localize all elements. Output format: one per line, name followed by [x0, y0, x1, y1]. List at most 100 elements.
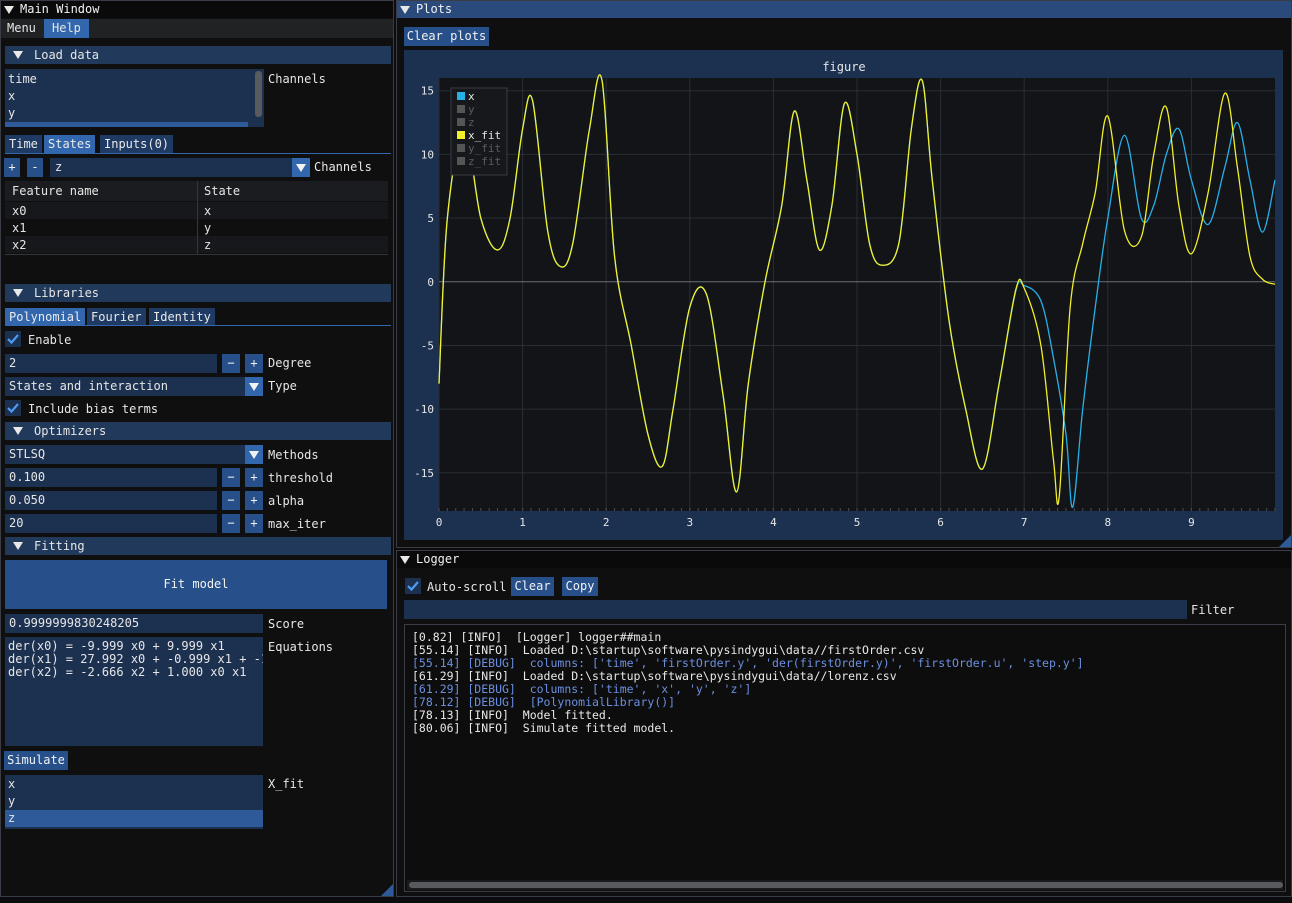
- list-item-label: z: [5, 123, 15, 127]
- legend-label[interactable]: x: [468, 90, 475, 103]
- list-item-label: z: [8, 811, 16, 825]
- tab-inputs[interactable]: Inputs(0): [100, 135, 174, 153]
- plots-window-titlebar[interactable]: Plots: [397, 1, 1291, 18]
- autoscroll-label: Auto-scroll: [427, 580, 507, 594]
- scrollbar-thumb[interactable]: [409, 882, 1283, 888]
- simulate-button[interactable]: Simulate: [4, 751, 68, 770]
- xfit-listbox[interactable]: x y z: [5, 775, 263, 829]
- list-item[interactable]: x: [8, 776, 15, 793]
- alpha-decrement-button[interactable]: −: [222, 491, 240, 510]
- legend[interactable]: xyzx_fity_fitz_fit: [450, 87, 508, 176]
- max-iter-decrement-button[interactable]: −: [222, 514, 240, 533]
- degree-label: Degree: [268, 356, 312, 370]
- threshold-decrement-button[interactable]: −: [222, 468, 240, 487]
- type-select[interactable]: States and interaction: [5, 377, 263, 396]
- fitting-header[interactable]: Fitting: [5, 537, 391, 555]
- horizontal-scrollbar[interactable]: [407, 880, 1283, 890]
- degree-decrement-button[interactable]: −: [222, 354, 240, 373]
- threshold-input[interactable]: 0.100: [5, 468, 217, 487]
- enable-checkbox[interactable]: [5, 331, 21, 347]
- table-cell: x0: [12, 204, 27, 218]
- resize-grip-icon[interactable]: [381, 884, 393, 896]
- legend-label[interactable]: y_fit: [468, 142, 501, 155]
- methods-label: Methods: [268, 448, 319, 462]
- menu-item-menu[interactable]: Menu: [7, 21, 36, 35]
- main-window-titlebar[interactable]: Main Window: [1, 1, 393, 18]
- optimizers-header-label: Optimizers: [34, 424, 107, 438]
- xfit-label: X_fit: [268, 777, 305, 791]
- remove-channel-button[interactable]: -: [27, 158, 43, 177]
- chevron-down-icon[interactable]: [292, 158, 310, 177]
- add-channel-button[interactable]: +: [4, 158, 20, 177]
- plots-window-title: Plots: [416, 2, 453, 16]
- collapse-triangle-icon[interactable]: [400, 555, 410, 564]
- tab-polynomial[interactable]: Polynomial: [5, 308, 86, 326]
- degree-value: 2: [9, 356, 17, 370]
- log-copy-button[interactable]: Copy: [562, 577, 598, 596]
- scrollbar-thumb[interactable]: [255, 71, 262, 117]
- list-item-selected[interactable]: z: [5, 810, 263, 827]
- list-item[interactable]: y: [8, 793, 15, 810]
- score-label: Score: [268, 617, 305, 631]
- channel-select[interactable]: z: [50, 158, 310, 177]
- checkmark-icon: [407, 581, 419, 592]
- tab-underline: [5, 325, 391, 326]
- collapse-triangle-icon[interactable]: [400, 5, 410, 14]
- max-iter-value: 20: [9, 516, 24, 530]
- legend-label[interactable]: z_fit: [468, 155, 501, 168]
- clear-plots-button[interactable]: Clear plots: [404, 27, 489, 46]
- score-field[interactable]: 0.9999999830248205: [5, 614, 263, 633]
- list-item[interactable]: time: [8, 71, 37, 88]
- list-item[interactable]: x: [8, 88, 15, 105]
- logger-window-titlebar[interactable]: Logger: [397, 551, 1291, 568]
- libraries-header[interactable]: Libraries: [5, 284, 391, 302]
- equation-line: der(x2) = -2.666 x2 + 1.000 x0 x1: [8, 665, 247, 679]
- log-clear-button[interactable]: Clear: [511, 577, 554, 596]
- alpha-input[interactable]: 0.050: [5, 491, 217, 510]
- resize-grip-icon[interactable]: [1279, 535, 1291, 547]
- equations-label: Equations: [268, 640, 334, 654]
- load-data-header[interactable]: Load data: [5, 46, 391, 64]
- legend-label[interactable]: z: [468, 116, 475, 129]
- table-cell: x2: [12, 238, 27, 252]
- channels-label-2: Channels: [314, 160, 372, 174]
- menubar: Menu Help: [1, 19, 393, 38]
- channel-listbox[interactable]: time x y z: [5, 69, 264, 127]
- optimizers-header[interactable]: Optimizers: [5, 422, 391, 440]
- x-tick-label: 4: [770, 516, 777, 529]
- method-select[interactable]: STLSQ: [5, 445, 263, 464]
- table-cell: z: [204, 238, 212, 252]
- tab-fourier[interactable]: Fourier: [87, 308, 146, 326]
- collapse-triangle-icon[interactable]: [4, 5, 14, 14]
- log-filter-input[interactable]: [404, 600, 1187, 619]
- list-item[interactable]: y: [8, 105, 15, 122]
- y-tick-label: -5: [421, 339, 434, 352]
- chevron-down-icon[interactable]: [245, 377, 263, 396]
- max-iter-input[interactable]: 20: [5, 514, 217, 533]
- threshold-increment-button[interactable]: +: [245, 468, 263, 487]
- table-cell: y: [204, 221, 212, 235]
- alpha-increment-button[interactable]: +: [245, 491, 263, 510]
- threshold-label: threshold: [268, 471, 334, 485]
- tab-states[interactable]: States: [44, 135, 96, 153]
- fit-model-button[interactable]: Fit model: [5, 560, 387, 609]
- tab-identity[interactable]: Identity: [149, 308, 215, 326]
- legend-label[interactable]: y: [468, 103, 475, 116]
- tab-time[interactable]: Time: [5, 135, 42, 153]
- degree-input[interactable]: 2: [5, 354, 217, 373]
- log-output[interactable]: [0.82] [INFO] [Logger] logger##main [55.1…: [404, 624, 1286, 892]
- menu-item-help[interactable]: Help: [44, 19, 89, 38]
- autoscroll-checkbox[interactable]: [405, 578, 421, 594]
- equations-textbox[interactable]: der(x0) = -9.999 x0 + 9.999 x1 der(x1) =…: [5, 637, 263, 746]
- bias-checkbox[interactable]: [5, 400, 21, 416]
- checkmark-icon: [7, 403, 19, 414]
- degree-increment-button[interactable]: +: [245, 354, 263, 373]
- collapse-triangle-icon: [13, 542, 23, 550]
- logger-window-title: Logger: [416, 552, 460, 566]
- chevron-down-icon[interactable]: [245, 445, 263, 464]
- list-item-selected[interactable]: z: [5, 122, 248, 127]
- line-chart[interactable]: figure 0 1 2 3 4 5 6 7 8 9 15 10 5 0 -5 -10 -15 xyzx_fit…: [404, 50, 1283, 540]
- legend-label[interactable]: x_fit: [468, 129, 501, 142]
- y-tick-label: -10: [414, 403, 434, 416]
- max-iter-increment-button[interactable]: +: [245, 514, 263, 533]
